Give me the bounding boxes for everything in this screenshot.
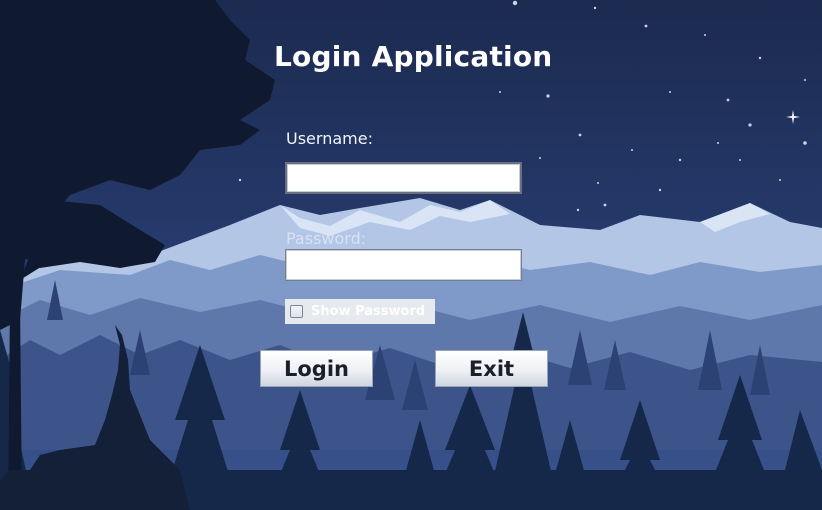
username-input[interactable] xyxy=(285,162,522,194)
checkbox-box[interactable] xyxy=(290,305,303,318)
password-label: Password: xyxy=(286,229,367,248)
show-password-label: Show Password xyxy=(311,304,426,319)
app-title: Login Application xyxy=(274,40,553,73)
username-label: Username: xyxy=(286,129,373,148)
show-password-checkbox[interactable]: Show Password xyxy=(285,299,435,324)
exit-button[interactable]: Exit xyxy=(435,350,548,387)
password-input[interactable] xyxy=(285,249,522,281)
login-button[interactable]: Login xyxy=(260,350,373,387)
